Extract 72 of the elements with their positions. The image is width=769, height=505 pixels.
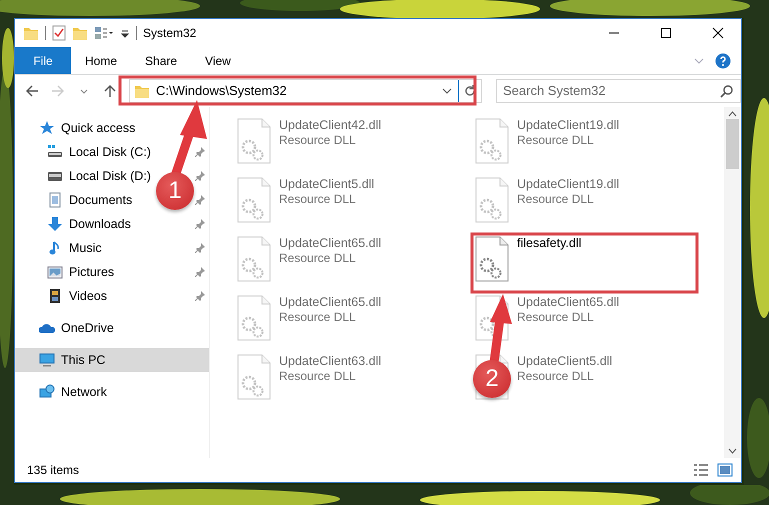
- file-type: Resource DLL: [279, 369, 357, 384]
- scroll-down-icon[interactable]: [728, 448, 737, 454]
- sidebar-item[interactable]: OneDrive: [61, 318, 114, 338]
- image-icon: [47, 264, 63, 280]
- forward-icon: [51, 84, 65, 98]
- file-name[interactable]: UpdateClient63.dll: [279, 354, 382, 369]
- item-count: 135 items: [27, 462, 80, 479]
- scroll-up-icon[interactable]: [728, 111, 737, 117]
- file-type: Resource DLL: [517, 192, 595, 207]
- file-name[interactable]: UpdateClient5.dll: [279, 177, 374, 192]
- sidebar-item[interactable]: Videos: [69, 286, 107, 306]
- ribbon-tab[interactable]: Home: [71, 47, 132, 74]
- sidebar-item[interactable]: Local Disk (C:): [69, 142, 151, 162]
- large-icons-view-icon[interactable]: [717, 463, 733, 477]
- dll-file-icon: [237, 118, 271, 164]
- ribbon-tab[interactable]: Share: [131, 47, 192, 74]
- sidebar-item[interactable]: This PC: [61, 350, 106, 370]
- sidebar-item[interactable]: Quick access: [61, 118, 136, 138]
- file-type: Resource DLL: [517, 369, 595, 384]
- sidebar-item[interactable]: Network: [61, 382, 107, 402]
- file-name[interactable]: UpdateClient19.dll: [517, 118, 620, 133]
- monitor-icon: [39, 352, 55, 368]
- document-icon: [47, 192, 63, 208]
- file-name[interactable]: UpdateClient65.dll: [517, 295, 620, 310]
- file-name[interactable]: UpdateClient19.dll: [517, 177, 620, 192]
- file-type: Resource DLL: [517, 133, 595, 148]
- back-icon: [25, 84, 39, 98]
- sidebar-item[interactable]: Music: [69, 238, 102, 258]
- dll-file-icon: [237, 177, 271, 223]
- sidebar-item[interactable]: Documents: [69, 190, 132, 210]
- dll-file-icon: [237, 354, 271, 400]
- file-name[interactable]: UpdateClient5.dll: [517, 354, 612, 369]
- ribbon-tab[interactable]: View: [191, 47, 245, 74]
- up-icon: [103, 84, 117, 98]
- dll-file-icon: [475, 118, 509, 164]
- file-name[interactable]: UpdateClient42.dll: [279, 118, 382, 133]
- sidebar-item[interactable]: Downloads: [69, 214, 131, 234]
- dll-file-icon: [237, 295, 271, 341]
- file-menu-button[interactable]: File: [15, 47, 71, 74]
- folder-icon: [23, 25, 39, 41]
- properties-icon[interactable]: [52, 25, 66, 41]
- file-name[interactable]: UpdateClient65.dll: [279, 295, 382, 310]
- dll-file-icon: [475, 177, 509, 223]
- maximize-icon: [660, 27, 672, 39]
- sidebar-item[interactable]: Pictures: [69, 262, 114, 282]
- search-field[interactable]: Search System32: [503, 81, 720, 101]
- scrollbar[interactable]: [724, 107, 741, 458]
- file-type: Resource DLL: [279, 192, 357, 207]
- close-icon: [712, 27, 724, 39]
- address-bar[interactable]: C:\Windows\System32: [129, 79, 482, 103]
- film-icon: [47, 288, 63, 304]
- dll-file-icon: [475, 236, 509, 282]
- file-type: Resource DLL: [279, 251, 357, 266]
- window-title: System32: [143, 25, 196, 42]
- file-type: Resource DLL: [279, 310, 357, 325]
- view-menu-icon[interactable]: [94, 25, 114, 41]
- sidebar-item[interactable]: Local Disk (D:): [69, 166, 151, 186]
- file-type: Resource DLL: [517, 310, 595, 325]
- star-icon: [39, 120, 55, 136]
- scrollbar-thumb[interactable]: [726, 119, 739, 169]
- drive-icon: [47, 144, 63, 160]
- search-box[interactable]: Search System32: [496, 79, 741, 103]
- file-name[interactable]: filesafety.dll: [517, 236, 582, 251]
- search-icon: [720, 84, 734, 98]
- folder-icon: [134, 83, 150, 99]
- file-name[interactable]: UpdateClient65.dll: [279, 236, 382, 251]
- network-icon: [39, 384, 55, 400]
- details-view-icon[interactable]: [693, 463, 709, 477]
- download-arrow-icon: [47, 216, 63, 232]
- file-type: Resource DLL: [279, 133, 357, 148]
- help-icon[interactable]: [715, 52, 731, 68]
- dll-file-icon: [237, 236, 271, 282]
